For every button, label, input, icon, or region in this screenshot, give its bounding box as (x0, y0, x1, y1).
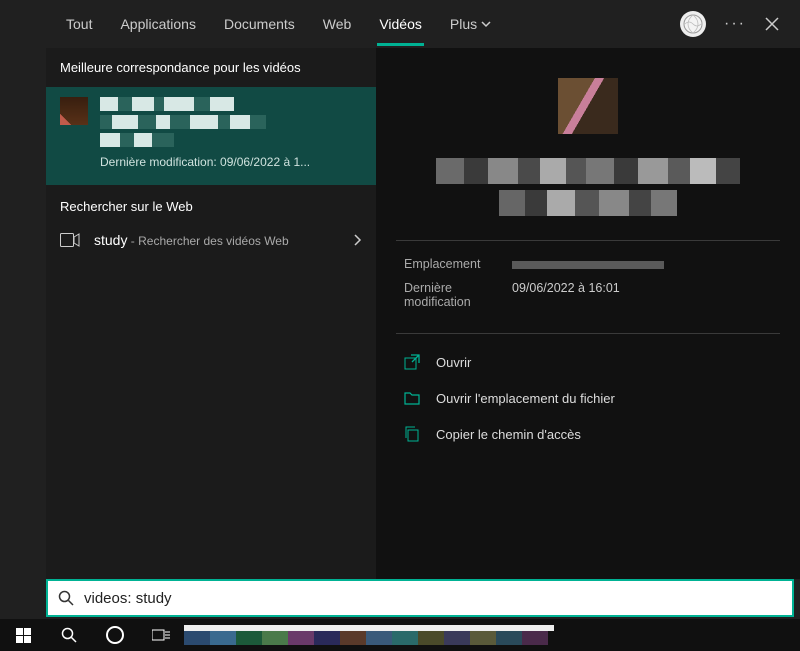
meta-location-label: Emplacement (404, 257, 492, 271)
meta-modified-value: 09/06/2022 à 16:01 (512, 281, 620, 309)
metadata: Emplacement Dernière modification 09/06/… (376, 241, 800, 309)
web-search-suffix: - Rechercher des vidéos Web (127, 234, 288, 248)
tabs-right: ··· (680, 11, 800, 37)
best-match-text: Dernière modification: 09/06/2022 à 1... (100, 97, 362, 169)
tabs: Tout Applications Documents Web Vidéos P… (46, 0, 800, 48)
taskbar-app-area (184, 625, 554, 645)
action-open-location[interactable]: Ouvrir l'emplacement du fichier (404, 380, 772, 416)
redacted-title (100, 97, 362, 111)
preview (376, 48, 800, 216)
tab-documents[interactable]: Documents (222, 2, 297, 46)
meta-modified-label: Dernière modification (404, 281, 492, 309)
search-bar[interactable] (46, 579, 794, 617)
search-icon (58, 590, 74, 606)
meta-location: Emplacement (404, 257, 772, 271)
meta-modified: Dernière modification 09/06/2022 à 16:01 (404, 281, 772, 309)
redacted-title-2 (100, 115, 362, 129)
chevron-down-icon (481, 19, 491, 29)
tab-more[interactable]: Plus (448, 2, 493, 46)
redacted-preview-title-2 (404, 190, 772, 216)
folder-icon (404, 390, 420, 406)
cortana-icon (106, 626, 124, 644)
best-match-subtitle: Dernière modification: 09/06/2022 à 1... (100, 155, 362, 169)
action-open[interactable]: Ouvrir (404, 344, 772, 380)
results-list: Meilleure correspondance pour les vidéos… (46, 48, 376, 579)
web-search-prefix: study (94, 232, 127, 248)
user-avatar[interactable] (680, 11, 706, 37)
best-match-header: Meilleure correspondance pour les vidéos (46, 48, 376, 87)
search-panel: Tout Applications Documents Web Vidéos P… (46, 0, 800, 579)
windows-icon (16, 628, 31, 643)
tab-more-label: Plus (450, 16, 477, 32)
tab-all[interactable]: Tout (64, 2, 94, 46)
open-icon (404, 354, 420, 370)
chevron-right-icon (352, 234, 362, 246)
tab-apps[interactable]: Applications (118, 2, 198, 46)
close-icon[interactable] (764, 16, 780, 32)
web-search-item[interactable]: study - Rechercher des vidéos Web (46, 224, 376, 256)
best-match-item[interactable]: Dernière modification: 09/06/2022 à 1... (46, 87, 376, 185)
globe-icon (683, 14, 703, 34)
tab-web[interactable]: Web (321, 2, 354, 46)
search-icon (61, 627, 77, 643)
preview-pane: Emplacement Dernière modification 09/06/… (376, 48, 800, 579)
action-copy-path[interactable]: Copier le chemin d'accès (404, 416, 772, 452)
options-button[interactable]: ··· (724, 15, 746, 33)
video-thumbnail-icon (60, 97, 88, 125)
actions: Ouvrir Ouvrir l'emplacement du fichier C… (376, 334, 800, 462)
preview-thumbnail (558, 78, 618, 134)
copy-icon (404, 426, 420, 442)
web-search-header: Rechercher sur le Web (46, 185, 376, 224)
search-input[interactable] (84, 590, 782, 607)
redacted-preview-title (404, 158, 772, 184)
tab-videos[interactable]: Vidéos (377, 2, 424, 46)
taskview-icon (152, 628, 170, 642)
taskbar (0, 619, 800, 651)
video-icon (60, 233, 80, 247)
start-button[interactable] (0, 619, 46, 651)
cortana-button[interactable] (92, 619, 138, 651)
meta-location-value (512, 257, 664, 271)
redacted-path (512, 261, 664, 269)
web-search-text: study - Rechercher des vidéos Web (94, 232, 289, 248)
action-open-location-label: Ouvrir l'emplacement du fichier (436, 391, 615, 406)
body: Meilleure correspondance pour les vidéos… (46, 48, 800, 579)
taskbar-search-button[interactable] (46, 619, 92, 651)
redacted-title-3 (100, 133, 362, 147)
action-open-label: Ouvrir (436, 355, 471, 370)
action-copy-path-label: Copier le chemin d'accès (436, 427, 581, 442)
taskview-button[interactable] (138, 619, 184, 651)
